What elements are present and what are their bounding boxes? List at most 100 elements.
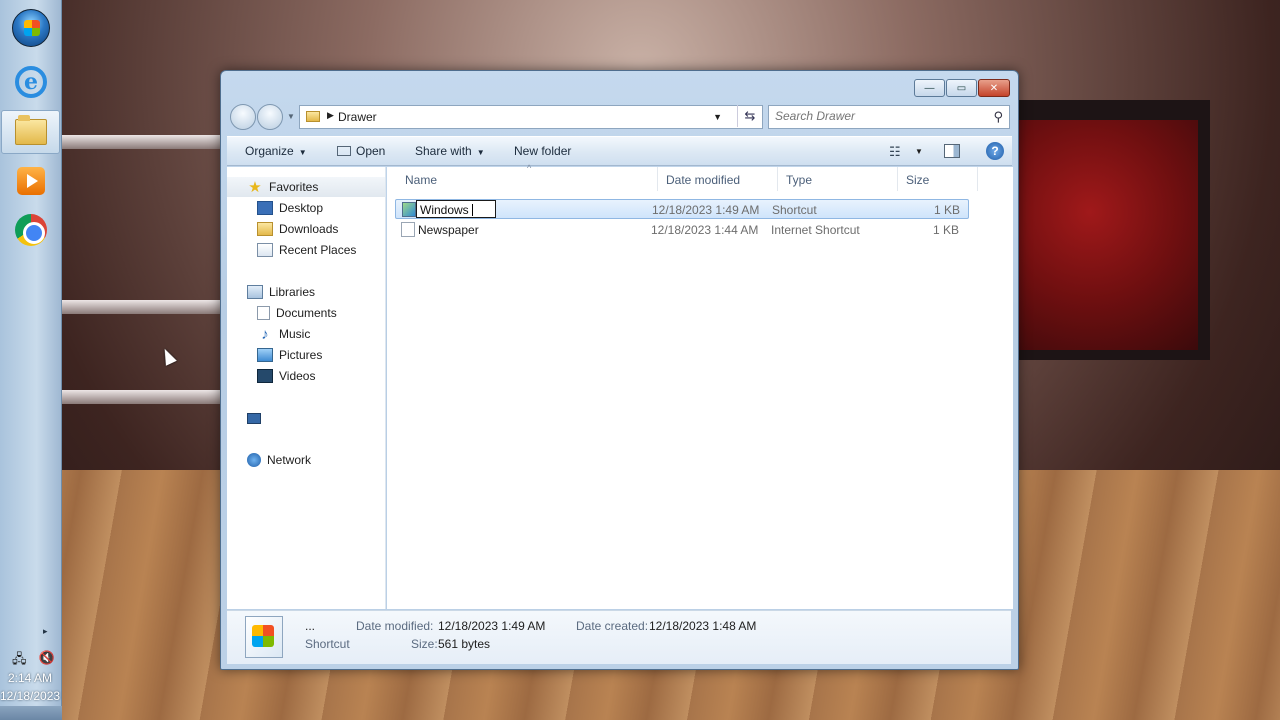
mouse-pointer bbox=[159, 346, 177, 366]
close-button[interactable]: ✕ bbox=[978, 79, 1010, 97]
media-player-icon bbox=[17, 167, 45, 195]
clock-date[interactable]: 12/18/2023 bbox=[0, 689, 60, 703]
nav-downloads-label: Downloads bbox=[279, 222, 339, 236]
column-header-type[interactable]: Type bbox=[778, 167, 898, 191]
breadcrumb-drawer[interactable]: Drawer bbox=[338, 110, 377, 124]
column-header-size[interactable]: Size bbox=[898, 167, 978, 191]
details-size-value: 561 bytes bbox=[438, 637, 491, 651]
view-options-dropdown[interactable]: ▼ bbox=[915, 147, 923, 156]
refresh-button[interactable]: ⇆ bbox=[737, 105, 762, 127]
file-row-windows[interactable]: Windows 12/18/2023 1:49 AM Shortcut 1 KB bbox=[395, 199, 969, 219]
nav-favorites[interactable]: ★ Favorites bbox=[227, 177, 385, 197]
nav-documents[interactable]: Documents bbox=[227, 303, 385, 323]
search-icon[interactable]: ⚲ bbox=[993, 109, 1003, 125]
documents-icon bbox=[257, 306, 270, 320]
nav-pictures[interactable]: Pictures bbox=[227, 345, 385, 365]
minimize-button[interactable]: — bbox=[914, 79, 945, 97]
details-date-modified-value: 12/18/2023 1:49 AM bbox=[438, 619, 546, 633]
show-hidden-icons-button[interactable]: ▸ bbox=[43, 626, 48, 637]
navigation-pane: ★ Favorites Desktop Downloads Recent Pla… bbox=[227, 167, 386, 609]
shortcut-large-icon bbox=[245, 616, 283, 658]
breadcrumb-chevron-icon[interactable]: ▶ bbox=[327, 110, 334, 121]
chevron-down-icon: ▼ bbox=[298, 148, 307, 157]
taskbar-chrome[interactable] bbox=[6, 208, 56, 252]
nav-computer[interactable] bbox=[227, 408, 385, 428]
file-size: 1 KB bbox=[933, 223, 960, 237]
recent-pages-dropdown[interactable]: ▼ bbox=[287, 112, 295, 121]
maximize-button[interactable]: ▭ bbox=[946, 79, 977, 97]
details-date-created-label: Date created: bbox=[576, 619, 649, 633]
file-type: Internet Shortcut bbox=[771, 223, 860, 237]
change-view-icon[interactable]: ☷ bbox=[889, 144, 901, 160]
computer-icon bbox=[247, 412, 261, 424]
search-input[interactable] bbox=[775, 109, 985, 123]
desktop-icon bbox=[257, 201, 273, 215]
taskbar-internet-explorer[interactable]: e bbox=[6, 60, 56, 104]
taskbar: e ▸ 🖧 🔇 2:14 AM 12/18/2023 bbox=[0, 0, 62, 720]
column-header-name[interactable]: ^ Name bbox=[397, 163, 658, 191]
file-list: ^ Name Date modified Type Size Windows 1… bbox=[387, 163, 1013, 609]
volume-muted-icon[interactable]: 🔇 bbox=[39, 650, 55, 672]
share-with-button[interactable]: Share with ▼ bbox=[415, 144, 485, 158]
details-pane: ... Shortcut Date modified: 12/18/2023 1… bbox=[227, 610, 1011, 664]
star-icon: ★ bbox=[248, 179, 262, 196]
help-icon[interactable]: ? bbox=[986, 142, 1004, 160]
folder-icon bbox=[14, 115, 47, 145]
command-bar: Organize ▼ Open Share with ▼ New folder ☷ … bbox=[227, 136, 1012, 166]
organize-button[interactable]: Organize ▼ bbox=[245, 144, 307, 158]
wallpaper-shelf bbox=[62, 390, 232, 404]
folder-icon bbox=[306, 111, 320, 122]
window-controls: — ▭ ✕ bbox=[914, 79, 1010, 97]
rename-input-text: Windows bbox=[420, 203, 469, 217]
navigation-bar: ▼ ▶ Drawer ▼ ⇆ ⚲ bbox=[227, 103, 1012, 130]
show-desktop-button[interactable] bbox=[0, 706, 62, 720]
nav-recent-places[interactable]: Recent Places bbox=[227, 240, 385, 260]
downloads-icon bbox=[257, 222, 273, 236]
taskbar-media-player[interactable] bbox=[6, 159, 56, 203]
chrome-icon bbox=[15, 214, 47, 246]
nav-music[interactable]: ♪ Music bbox=[227, 324, 385, 344]
wallpaper-shelf bbox=[62, 135, 232, 149]
address-bar[interactable]: ▶ Drawer ▼ bbox=[299, 105, 763, 129]
file-type: Shortcut bbox=[772, 203, 817, 217]
open-button[interactable]: Open bbox=[337, 144, 385, 158]
nav-pictures-label: Pictures bbox=[279, 348, 323, 362]
windows-orb-icon bbox=[12, 9, 50, 47]
preview-pane-icon[interactable] bbox=[944, 144, 960, 158]
back-button[interactable] bbox=[230, 104, 256, 130]
sort-ascending-icon: ^ bbox=[527, 163, 532, 173]
wallpaper-art bbox=[1018, 120, 1198, 350]
new-folder-button[interactable]: New folder bbox=[514, 144, 571, 158]
network-tray-icon[interactable]: 🖧 bbox=[12, 650, 27, 672]
nav-videos-label: Videos bbox=[279, 369, 316, 383]
start-button[interactable] bbox=[6, 6, 56, 50]
music-icon: ♪ bbox=[261, 325, 269, 343]
nav-libraries[interactable]: Libraries bbox=[227, 282, 385, 302]
nav-favorites-label: Favorites bbox=[269, 180, 319, 194]
nav-recent-places-label: Recent Places bbox=[279, 243, 357, 257]
details-date-created-value: 12/18/2023 1:48 AM bbox=[649, 619, 757, 633]
search-box[interactable]: ⚲ bbox=[768, 105, 1010, 129]
clock-time[interactable]: 2:14 AM bbox=[0, 671, 60, 685]
nav-videos[interactable]: Videos bbox=[227, 366, 385, 386]
internet-explorer-icon: e bbox=[15, 66, 47, 98]
wallpaper-shelf bbox=[62, 300, 232, 314]
forward-button[interactable] bbox=[257, 104, 283, 130]
nav-libraries-label: Libraries bbox=[269, 285, 316, 299]
nav-downloads[interactable]: Downloads bbox=[227, 219, 385, 239]
file-date-modified: 12/18/2023 1:49 AM bbox=[652, 203, 760, 217]
rename-input[interactable]: Windows bbox=[416, 200, 496, 218]
taskbar-windows-explorer[interactable] bbox=[1, 110, 60, 154]
nav-desktop[interactable]: Desktop bbox=[227, 198, 385, 218]
text-caret bbox=[471, 204, 473, 216]
column-header-name-label: Name bbox=[405, 173, 438, 187]
file-row-newspaper[interactable]: Newspaper 12/18/2023 1:44 AM Internet Sh… bbox=[395, 220, 969, 240]
network-icon bbox=[247, 453, 261, 467]
column-header-date-modified[interactable]: Date modified bbox=[658, 167, 778, 191]
details-date-modified-label: Date modified: bbox=[356, 619, 434, 633]
address-dropdown[interactable]: ▼ bbox=[713, 112, 722, 122]
nav-network[interactable]: Network bbox=[227, 450, 385, 470]
file-size: 1 KB bbox=[934, 203, 961, 217]
libraries-icon bbox=[247, 285, 263, 299]
organize-label: Organize bbox=[245, 144, 294, 158]
